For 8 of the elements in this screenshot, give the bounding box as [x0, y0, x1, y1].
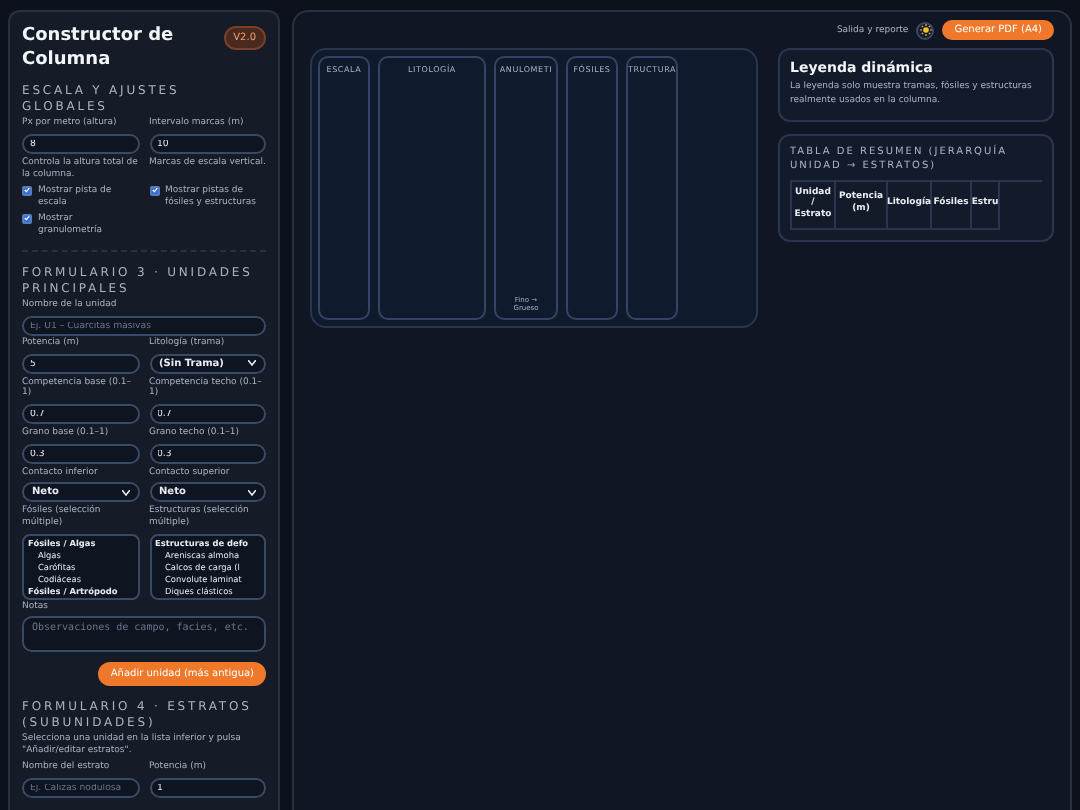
- checkbox[interactable]: [22, 213, 32, 224]
- caret-icon: [121, 489, 129, 496]
- checkbox[interactable]: [22, 185, 32, 196]
- checkbox[interactable]: [149, 185, 159, 196]
- caret-icon: [248, 360, 256, 367]
- caret-icon: [248, 489, 256, 496]
- app-title: Constructor de Columna: [22, 26, 176, 73]
- sun-icon[interactable]: [916, 21, 935, 39]
